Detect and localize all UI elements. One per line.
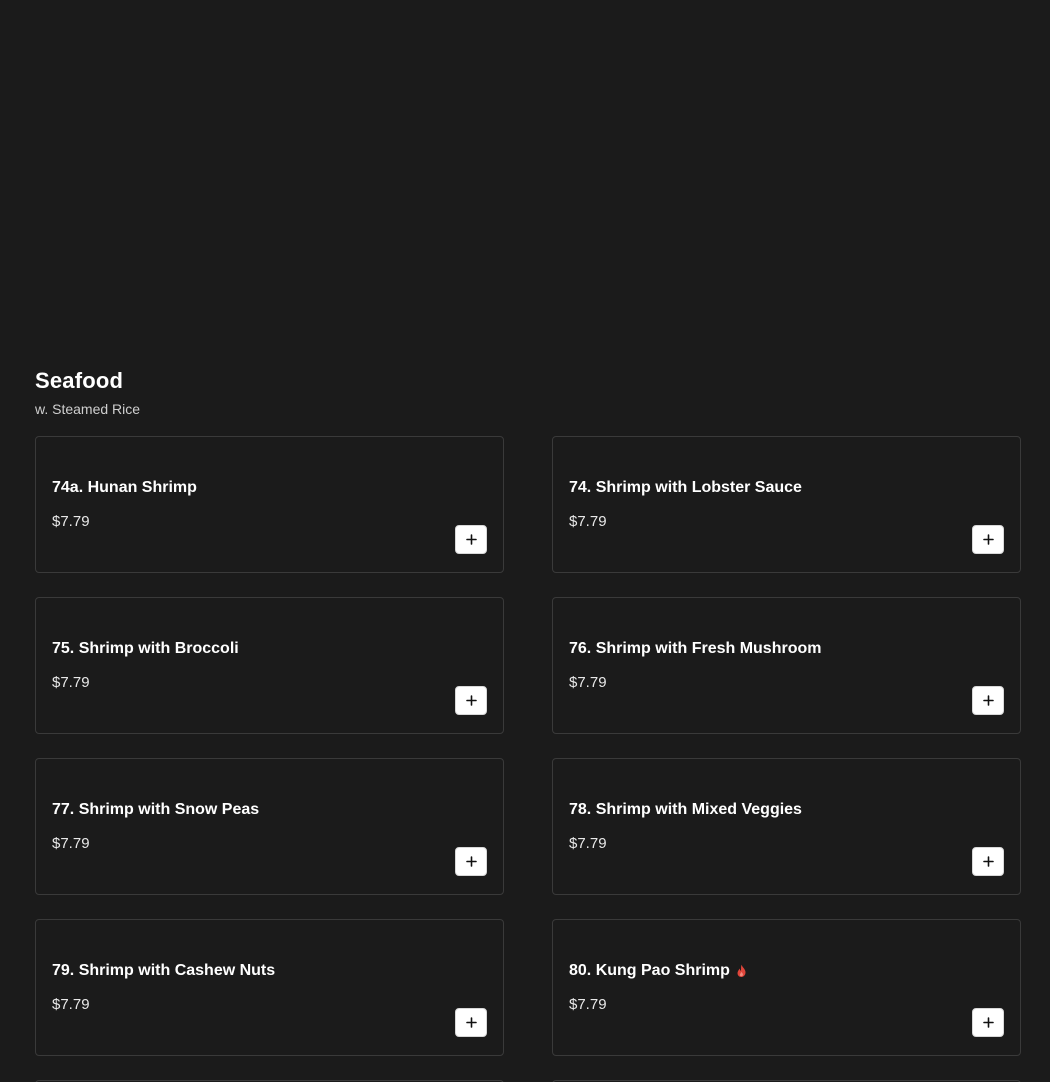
- menu-item-name-row: 75. Shrimp with Broccoli: [52, 638, 239, 660]
- menu-item-card[interactable]: 77. Shrimp with Snow Peas $7.79: [35, 758, 504, 895]
- menu-item-card[interactable]: 75. Shrimp with Broccoli $7.79: [35, 597, 504, 734]
- menu-item-price: $7.79: [569, 996, 607, 1013]
- menu-item-price: $7.79: [52, 513, 90, 530]
- menu-page: Seafood w. Steamed Rice 74a. Hunan Shrim…: [0, 0, 1050, 1082]
- plus-icon: [982, 534, 994, 545]
- add-to-cart-button[interactable]: [972, 847, 1004, 876]
- menu-item-name: 80. Kung Pao Shrimp: [569, 962, 730, 979]
- menu-item-price: $7.79: [52, 835, 90, 852]
- menu-item-card[interactable]: 74. Shrimp with Lobster Sauce $7.79: [552, 436, 1021, 573]
- menu-item-name-row: 80. Kung Pao Shrimp: [569, 960, 747, 982]
- menu-item-card[interactable]: 78. Shrimp with Mixed Veggies $7.79: [552, 758, 1021, 895]
- add-to-cart-button[interactable]: [972, 525, 1004, 554]
- menu-item-price: $7.79: [569, 513, 607, 530]
- menu-item-price: $7.79: [569, 674, 607, 691]
- plus-icon: [465, 695, 477, 706]
- menu-item-price: $7.79: [52, 996, 90, 1013]
- menu-item-price: $7.79: [52, 674, 90, 691]
- menu-item-grid: 74a. Hunan Shrimp $7.79 74. Shrimp with …: [35, 436, 1021, 1056]
- add-to-cart-button[interactable]: [455, 847, 487, 876]
- menu-item-name-row: 74a. Hunan Shrimp: [52, 477, 197, 499]
- plus-icon: [982, 695, 994, 706]
- menu-item-card[interactable]: 76. Shrimp with Fresh Mushroom $7.79: [552, 597, 1021, 734]
- menu-item-name: 78. Shrimp with Mixed Veggies: [569, 801, 802, 818]
- plus-icon: [465, 1017, 477, 1028]
- add-to-cart-button[interactable]: [455, 525, 487, 554]
- add-to-cart-button[interactable]: [455, 1008, 487, 1037]
- menu-item-name: 79. Shrimp with Cashew Nuts: [52, 962, 276, 979]
- menu-item-name-row: 79. Shrimp with Cashew Nuts: [52, 960, 275, 982]
- flame-icon: [736, 964, 747, 978]
- menu-item-name: 77. Shrimp with Snow Peas: [52, 801, 260, 818]
- add-to-cart-button[interactable]: [455, 686, 487, 715]
- add-to-cart-button[interactable]: [972, 686, 1004, 715]
- menu-item-name: 75. Shrimp with Broccoli: [52, 640, 239, 657]
- plus-icon: [465, 534, 477, 545]
- menu-item-card[interactable]: 74a. Hunan Shrimp $7.79: [35, 436, 504, 573]
- menu-item-card[interactable]: 79. Shrimp with Cashew Nuts $7.79: [35, 919, 504, 1056]
- menu-item-price: $7.79: [569, 835, 607, 852]
- menu-item-name-row: 74. Shrimp with Lobster Sauce: [569, 477, 802, 499]
- section-header: Seafood w. Steamed Rice: [35, 366, 140, 418]
- add-to-cart-button[interactable]: [972, 1008, 1004, 1037]
- menu-item-name-row: 78. Shrimp with Mixed Veggies: [569, 799, 802, 821]
- menu-item-name-row: 77. Shrimp with Snow Peas: [52, 799, 259, 821]
- menu-item-card[interactable]: 80. Kung Pao Shrimp $7.79: [552, 919, 1021, 1056]
- plus-icon: [982, 856, 994, 867]
- section-subtitle: w. Steamed Rice: [35, 401, 141, 417]
- section-title: Seafood: [35, 368, 124, 393]
- menu-item-name: 74a. Hunan Shrimp: [52, 479, 197, 496]
- plus-icon: [982, 1017, 994, 1028]
- plus-icon: [465, 856, 477, 867]
- menu-item-name-row: 76. Shrimp with Fresh Mushroom: [569, 638, 821, 660]
- menu-item-name: 74. Shrimp with Lobster Sauce: [569, 479, 802, 496]
- menu-item-name: 76. Shrimp with Fresh Mushroom: [569, 640, 822, 657]
